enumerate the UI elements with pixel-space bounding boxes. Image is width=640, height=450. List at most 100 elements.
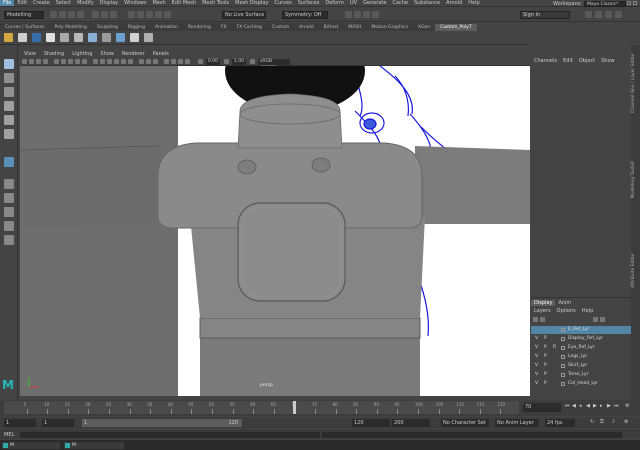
attribute-editor-icon[interactable] xyxy=(595,11,602,18)
go-to-start-icon[interactable]: ⏮ xyxy=(565,404,570,409)
menu-windows[interactable]: Windows xyxy=(121,0,149,6)
exposure-icon[interactable] xyxy=(198,59,203,64)
snap-point-icon[interactable] xyxy=(146,11,153,18)
shelf-tab-xgen[interactable]: XGen xyxy=(413,24,435,31)
select-hierarchy-icon[interactable] xyxy=(92,11,99,18)
layer-row[interactable]: V P R Eye_Ref_Lyr xyxy=(531,344,631,352)
layer-reference-toggle[interactable]: R xyxy=(553,344,556,352)
autokey-icon[interactable]: ⚿ xyxy=(600,420,605,425)
layer-row[interactable]: V P Torso_Lyr xyxy=(531,371,631,379)
menu-arnold[interactable]: Arnold xyxy=(443,0,465,6)
key-tool-icon[interactable] xyxy=(46,33,55,42)
layout-stack-icon[interactable] xyxy=(4,207,14,217)
shelf-tab-motion-graphics[interactable]: Motion Graphics xyxy=(366,24,413,31)
wire-on-shaded-icon[interactable] xyxy=(107,59,112,64)
anim-layer-select[interactable]: No Anim Layer xyxy=(495,419,539,427)
sign-in-button[interactable]: Sign In xyxy=(520,11,570,19)
command-line[interactable]: MEL xyxy=(0,430,640,439)
folder-icon[interactable] xyxy=(50,11,57,18)
channel-menu-show[interactable]: Show xyxy=(598,58,618,66)
move-up-icon[interactable] xyxy=(533,317,538,322)
move-down-icon[interactable] xyxy=(540,317,545,322)
step-back-key-icon[interactable]: ◀ xyxy=(572,404,577,409)
xray-components-icon[interactable] xyxy=(185,59,190,64)
layer-tab-anim[interactable]: Anim xyxy=(555,300,574,306)
layer-playback-toggle[interactable]: P xyxy=(544,380,547,388)
shelf-tab-arnold[interactable]: Arnold xyxy=(294,24,319,31)
menu-select[interactable]: Select xyxy=(53,0,74,6)
layer-color-swatch[interactable] xyxy=(561,337,565,341)
menu-help[interactable]: Help xyxy=(465,0,482,6)
layer-color-swatch[interactable] xyxy=(561,328,565,332)
time-slider[interactable]: 5 10 15 20 25 30 35 40 45 50 55 60 65 70 75 80 85 90 95 100… xyxy=(0,400,640,416)
taskbar-item-maya-2[interactable]: M xyxy=(64,442,124,449)
layer-playback-toggle[interactable]: P xyxy=(544,353,547,361)
layer-row[interactable]: V P Skirt_Lyr xyxy=(531,362,631,370)
loop-icon[interactable]: ↻ xyxy=(590,420,595,425)
menu-mesh-tools[interactable]: Mesh Tools xyxy=(199,0,232,6)
layer-playback-toggle[interactable]: P xyxy=(544,362,547,370)
lights-icon[interactable] xyxy=(121,59,126,64)
viewport-menu-renderer[interactable]: Renderer xyxy=(118,51,149,57)
wireframe-icon[interactable] xyxy=(93,59,98,64)
channel-menu-channels[interactable]: Channels xyxy=(531,58,560,66)
layout-four-icon[interactable] xyxy=(4,179,14,189)
menu-mesh[interactable]: Mesh xyxy=(149,0,168,6)
workspace-select[interactable]: Maya Classic* xyxy=(584,1,626,7)
redo-icon[interactable] xyxy=(77,11,84,18)
shelf-tab-fx-caching[interactable]: FX Caching xyxy=(232,24,267,31)
current-frame-marker[interactable] xyxy=(293,401,297,414)
menu-file[interactable]: File xyxy=(0,0,15,6)
channel-menu-object[interactable]: Object xyxy=(576,58,598,66)
render-settings-icon[interactable] xyxy=(363,11,370,18)
layer-menu-help[interactable]: Help xyxy=(579,308,596,314)
range-start-field[interactable]: 1 xyxy=(42,419,74,427)
playback-options-icon[interactable]: ⚙ xyxy=(625,404,630,409)
layer-menu-layers[interactable]: Layers xyxy=(531,308,554,314)
close-icon[interactable] xyxy=(633,1,637,5)
select-tool-icon[interactable] xyxy=(4,59,14,69)
menu-edit[interactable]: Edit xyxy=(14,0,30,6)
smooth-shade-icon[interactable] xyxy=(100,59,105,64)
select-component-icon[interactable] xyxy=(110,11,117,18)
field-chart-icon[interactable] xyxy=(82,59,87,64)
layer-visibility-toggle[interactable]: V xyxy=(535,380,538,388)
aa-icon[interactable] xyxy=(146,59,151,64)
shelf-tab-custom[interactable]: Custom xyxy=(267,24,294,31)
grid-icon[interactable] xyxy=(54,59,59,64)
current-time-field[interactable]: 70 xyxy=(523,403,561,412)
extrude-icon[interactable] xyxy=(60,33,69,42)
move-tool-icon[interactable] xyxy=(4,101,14,111)
scale-tool-icon[interactable] xyxy=(4,129,14,139)
textured-icon[interactable] xyxy=(114,59,119,64)
undo-icon[interactable] xyxy=(68,11,75,18)
menu-modify[interactable]: Modify xyxy=(74,0,97,6)
layer-playback-toggle[interactable]: P xyxy=(544,344,547,352)
shelf-tab-rendering[interactable]: Rendering xyxy=(183,24,216,31)
color-manage-icon[interactable] xyxy=(250,59,255,64)
range-bar[interactable]: 1 120 xyxy=(82,419,242,427)
side-tab-channel-box-layer-editor[interactable]: Channel Box / Layer Editor xyxy=(631,53,640,113)
menu-substance[interactable]: Substance xyxy=(411,0,443,6)
rotate-tool-icon[interactable] xyxy=(4,115,14,125)
command-input[interactable] xyxy=(20,432,320,438)
viewport-menu-view[interactable]: View xyxy=(20,51,40,57)
layer-color-swatch[interactable] xyxy=(561,382,565,386)
layer-row[interactable]: V P Display_Ref_Lyr xyxy=(531,335,631,343)
ao-icon[interactable] xyxy=(139,59,144,64)
text-tool-icon[interactable] xyxy=(18,33,27,42)
combine-icon[interactable] xyxy=(130,33,139,42)
layer-playback-toggle[interactable]: P xyxy=(544,335,547,343)
multi-cut-icon[interactable] xyxy=(88,33,97,42)
new-layer-selected-icon[interactable] xyxy=(600,317,605,322)
menu-surfaces[interactable]: Surfaces xyxy=(295,0,323,6)
separate-icon[interactable] xyxy=(144,33,153,42)
layout-side-icon[interactable] xyxy=(4,193,14,203)
start-frame-field[interactable]: 1 xyxy=(4,419,36,427)
audio-icon[interactable]: ♪ xyxy=(612,420,617,425)
gate-mask-icon[interactable] xyxy=(75,59,80,64)
dof-icon[interactable] xyxy=(153,59,158,64)
layer-playback-toggle[interactable]: P xyxy=(544,371,547,379)
viewport-3d[interactable]: persp xyxy=(20,66,530,396)
layer-row[interactable]: V P Col_Head_Lyr xyxy=(531,380,631,388)
